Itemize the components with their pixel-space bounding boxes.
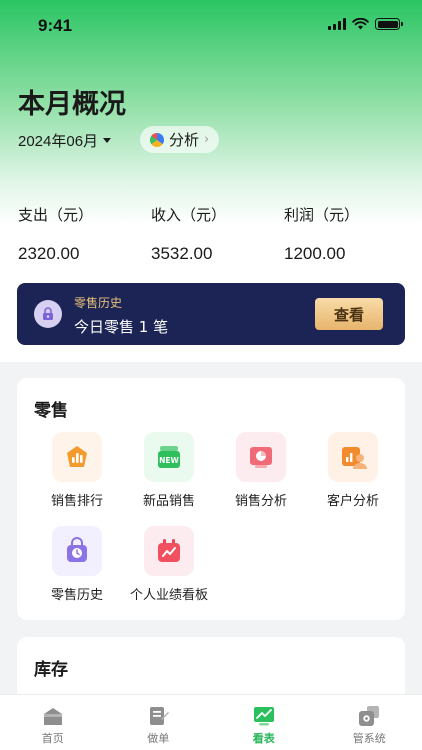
- grid-label: 客户分析: [326, 494, 379, 509]
- stat-profit: 利润（元） 1200.00: [284, 204, 417, 264]
- tab-report[interactable]: 看表: [211, 695, 317, 750]
- section-title: 库存: [34, 660, 68, 680]
- grid-item-sales-analysis[interactable]: 销售分析: [215, 432, 307, 509]
- home-icon: [43, 708, 62, 725]
- grid-label: 零售历史: [50, 588, 103, 603]
- battery-icon: [375, 18, 403, 30]
- grid-label: 销售分析: [234, 494, 287, 509]
- tab-label: 看表: [252, 732, 275, 745]
- retail-history-banner[interactable]: 零售历史 今日零售 1 笔 查看: [17, 283, 405, 345]
- pie-chart-icon: [150, 132, 164, 147]
- stat-label: 利润（元）: [284, 206, 360, 224]
- monthly-stats: 支出（元） 2320.00 收入（元） 3532.00 利润（元） 1200.0…: [18, 204, 418, 264]
- grid-item-retail-history[interactable]: 零售历史: [31, 526, 123, 603]
- tab-label: 管系统: [352, 732, 386, 745]
- svg-text:NEW: NEW: [159, 456, 179, 465]
- retail-history-icon: [52, 526, 102, 576]
- wifi-icon: [352, 18, 369, 30]
- stat-value: 1200.00: [284, 244, 346, 263]
- tab-settings[interactable]: 管系统: [317, 695, 422, 750]
- stat-expense: 支出（元） 2320.00: [18, 204, 151, 264]
- new-product-icon: NEW: [144, 432, 194, 482]
- status-bar: 9:41: [0, 0, 422, 50]
- grid-item-performance-board[interactable]: 个人业绩看板: [123, 526, 215, 603]
- order-icon: [150, 707, 170, 725]
- analysis-button[interactable]: 分析 ›: [140, 126, 220, 153]
- grid-item-new-product[interactable]: NEW 新品销售: [123, 432, 215, 509]
- customer-analysis-icon: [328, 432, 378, 482]
- stat-value: 2320.00: [18, 244, 80, 263]
- month-picker[interactable]: 2024年06月: [18, 130, 112, 151]
- grid-label: 个人业绩看板: [129, 588, 208, 603]
- status-time: 9:41: [38, 16, 73, 35]
- performance-board-icon: [144, 526, 194, 576]
- sales-analysis-icon: [236, 432, 286, 482]
- stat-label: 支出（元）: [18, 206, 94, 224]
- chevron-right-icon: ›: [204, 132, 210, 147]
- grid-item-sales-ranking[interactable]: 销售排行: [31, 432, 123, 509]
- tab-home[interactable]: 首页: [0, 695, 106, 750]
- retail-card: 零售 销售排行 NEW 新品销售 销售分析 客户分析 零售历史 个人业绩看板: [17, 378, 405, 620]
- page-title: 本月概况: [18, 89, 126, 120]
- signal-icon: [328, 18, 346, 30]
- tab-order[interactable]: 做单: [106, 695, 212, 750]
- analysis-label: 分析: [169, 131, 200, 149]
- grid-label: 新品销售: [142, 494, 195, 509]
- lock-icon: [34, 300, 62, 328]
- tab-label: 做单: [147, 732, 170, 745]
- section-title: 零售: [34, 401, 68, 421]
- report-icon: [253, 707, 274, 726]
- stat-income: 收入（元） 3532.00: [151, 204, 284, 264]
- stat-value: 3532.00: [151, 244, 213, 263]
- tab-label: 首页: [41, 732, 64, 745]
- sales-ranking-icon: [52, 432, 102, 482]
- banner-subtitle: 零售历史: [74, 296, 123, 310]
- view-button[interactable]: 查看: [315, 298, 383, 330]
- stat-label: 收入（元）: [151, 206, 227, 224]
- bottom-tab-bar: 首页 做单 看表 管系统: [0, 694, 422, 750]
- caret-down-icon: [103, 138, 112, 143]
- settings-icon: [359, 706, 380, 726]
- grid-label: 销售排行: [50, 494, 103, 509]
- status-icons: [328, 18, 403, 30]
- month-label: 2024年06月: [18, 133, 99, 150]
- grid-item-customer-analysis[interactable]: 客户分析: [307, 432, 399, 509]
- banner-text: 今日零售 1 笔: [74, 318, 169, 336]
